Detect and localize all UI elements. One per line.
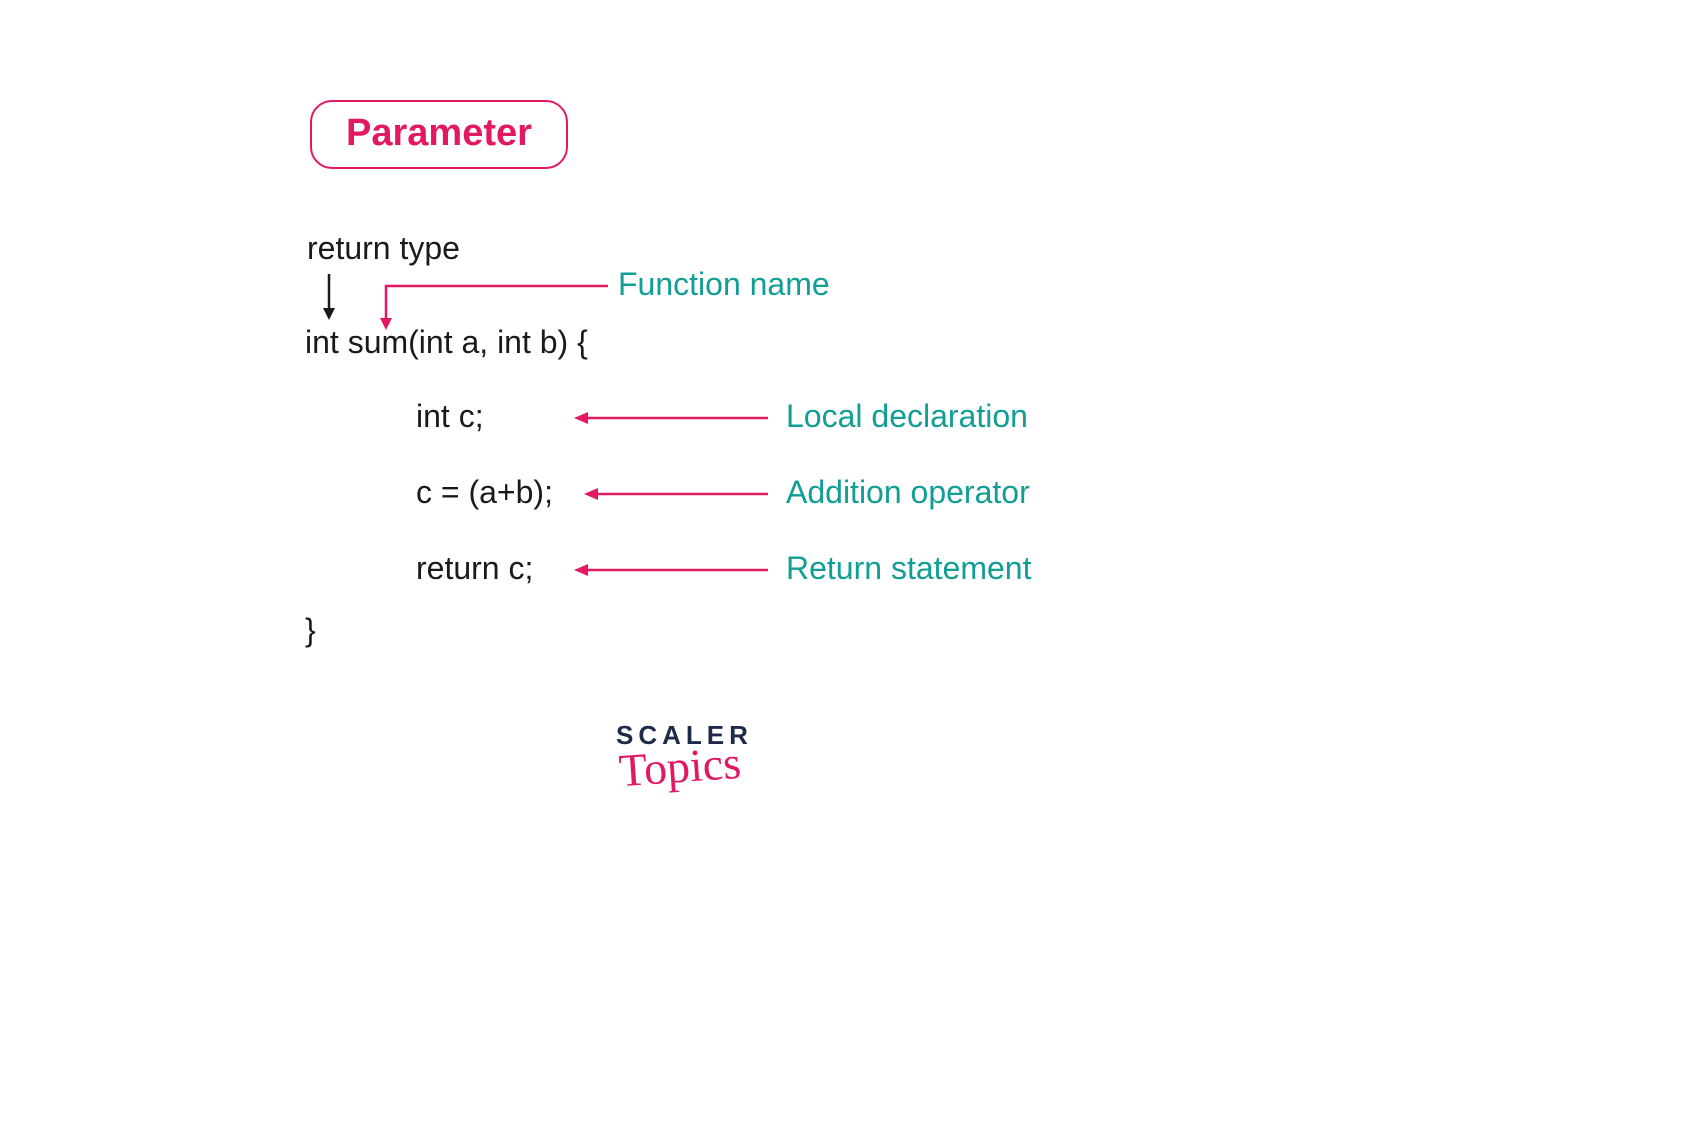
code-local-declaration: int c; [416,398,484,435]
arrow-return [572,562,768,578]
code-return: return c; [416,550,533,587]
annotation-addition: Addition operator [786,474,1030,511]
parameter-box: Parameter [310,100,568,169]
annotation-return: Return statement [786,550,1031,587]
arrow-function-name [372,282,608,332]
scaler-topics-logo: SCALER Topics [616,720,753,787]
return-type-label: return type [307,230,460,267]
logo-text-topics: Topics [618,745,742,790]
arrow-addition [582,486,768,502]
arrow-local-declaration [572,410,768,426]
code-addition: c = (a+b); [416,474,553,511]
annotation-function-name: Function name [618,266,830,303]
arrow-return-type [317,272,341,322]
code-close-brace: } [305,612,316,649]
annotation-local-declaration: Local declaration [786,398,1028,435]
